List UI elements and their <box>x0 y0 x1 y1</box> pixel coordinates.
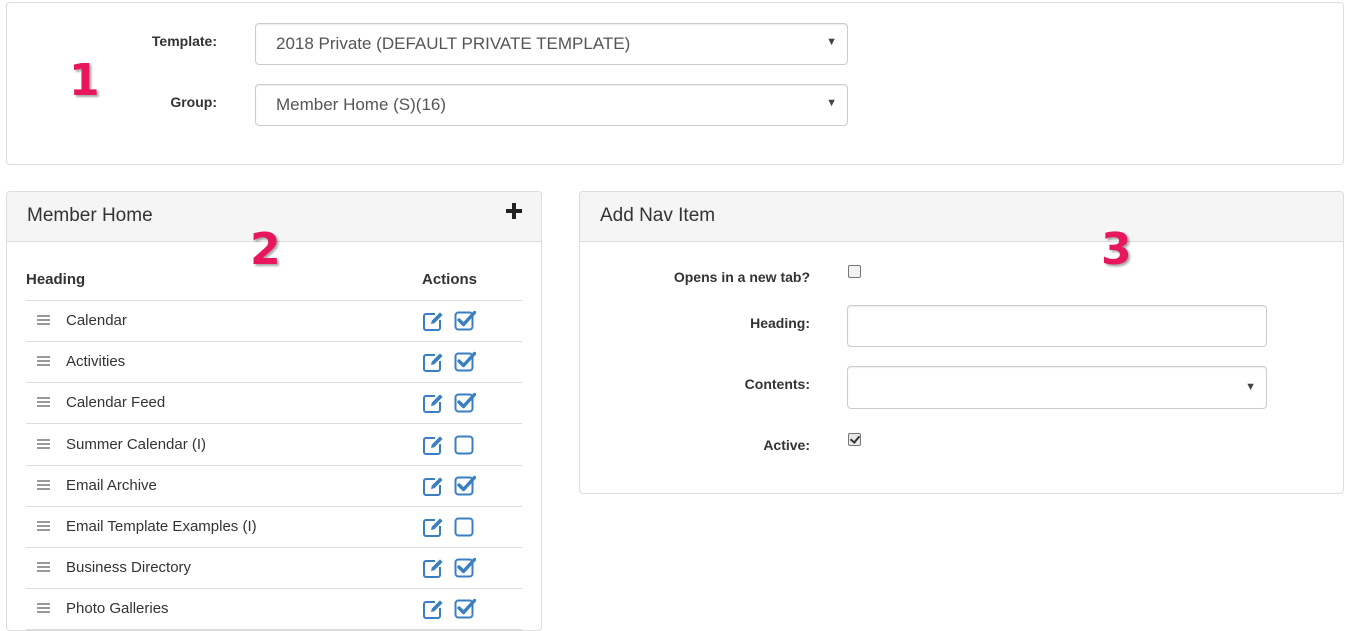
table-row: Business Directory <box>26 548 522 589</box>
column-header-actions: Actions <box>422 271 478 288</box>
checked-square-icon[interactable] <box>454 597 477 619</box>
heading-label: Heading: <box>750 315 810 331</box>
drag-handle-icon[interactable] <box>37 439 50 450</box>
edit-icon[interactable] <box>422 434 444 456</box>
drag-handle-icon[interactable] <box>37 397 50 408</box>
drag-handle-icon[interactable] <box>37 356 50 367</box>
table-row: Calendar Feed <box>26 383 522 424</box>
edit-icon[interactable] <box>422 516 444 538</box>
chevron-down-icon: ▼ <box>826 36 837 48</box>
group-select[interactable]: Member Home (S)(16) ▼ <box>255 84 848 126</box>
heading-input[interactable] <box>847 305 1267 347</box>
active-label: Active: <box>763 437 810 453</box>
contents-label: Contents: <box>744 376 810 392</box>
active-checkbox[interactable] <box>848 433 861 446</box>
contents-select[interactable]: ▼ <box>847 366 1267 409</box>
drag-handle-icon[interactable] <box>37 521 50 532</box>
nav-list-panel: Member Home 2 Heading Actions Calendar Ac… <box>6 191 542 631</box>
column-header-heading: Heading <box>26 271 86 288</box>
add-nav-item-panel: Add Nav Item 3 Opens in a new tab? Headi… <box>579 191 1344 494</box>
chevron-down-icon: ▼ <box>1245 381 1256 393</box>
checked-square-icon[interactable] <box>454 350 477 372</box>
edit-icon[interactable] <box>422 557 444 579</box>
checked-square-icon[interactable] <box>454 391 477 413</box>
row-heading: Email Archive <box>66 477 157 494</box>
row-heading: Activities <box>66 353 126 370</box>
template-select-value: 2018 Private (DEFAULT PRIVATE TEMPLATE) <box>276 34 631 53</box>
table-row: Summer Calendar (I) <box>26 425 522 466</box>
table-row: Email Template Examples (I) <box>26 507 522 548</box>
unchecked-square-icon[interactable] <box>454 433 476 455</box>
edit-icon[interactable] <box>422 475 444 497</box>
opens-new-tab-label: Opens in a new tab? <box>673 269 810 285</box>
checked-square-icon[interactable] <box>454 309 477 331</box>
opens-new-tab-checkbox[interactable] <box>848 265 861 278</box>
panel-title: Add Nav Item <box>600 205 716 226</box>
edit-icon[interactable] <box>422 310 444 332</box>
drag-handle-icon[interactable] <box>37 603 50 614</box>
annotation-marker-3: 3 <box>1101 224 1132 275</box>
group-select-value: Member Home (S)(16) <box>276 95 447 114</box>
table-row: Email Archive <box>26 466 522 507</box>
drag-handle-icon[interactable] <box>37 480 50 491</box>
row-heading: Calendar <box>66 312 127 329</box>
row-heading: Photo Galleries <box>66 600 169 617</box>
table-row: Activities <box>26 342 522 383</box>
table-row: Calendar <box>26 301 522 342</box>
edit-icon[interactable] <box>422 598 444 620</box>
chevron-down-icon: ▼ <box>826 97 837 109</box>
template-select[interactable]: 2018 Private (DEFAULT PRIVATE TEMPLATE) … <box>255 23 848 65</box>
unchecked-square-icon[interactable] <box>454 515 476 537</box>
checked-square-icon[interactable] <box>454 556 477 578</box>
edit-icon[interactable] <box>422 351 444 373</box>
annotation-marker-1: 1 <box>69 55 100 106</box>
drag-handle-icon[interactable] <box>37 315 50 326</box>
template-label: Template: <box>151 33 217 49</box>
group-label: Group: <box>170 94 217 110</box>
row-heading: Email Template Examples (I) <box>66 518 257 535</box>
add-nav-item-panel-heading: Add Nav Item <box>580 192 1343 242</box>
edit-icon[interactable] <box>422 392 444 414</box>
annotation-marker-2: 2 <box>250 224 281 275</box>
row-heading: Business Directory <box>66 559 192 576</box>
checked-square-icon[interactable] <box>454 474 477 496</box>
row-heading: Calendar Feed <box>66 394 166 411</box>
row-heading: Summer Calendar (I) <box>66 436 207 453</box>
drag-handle-icon[interactable] <box>37 562 50 573</box>
panel-title: Member Home <box>27 205 153 226</box>
plus-icon[interactable] <box>505 202 523 220</box>
table-row: Photo Galleries <box>26 589 522 630</box>
template-group-panel: 1 Template: 2018 Private (DEFAULT PRIVAT… <box>6 2 1344 165</box>
